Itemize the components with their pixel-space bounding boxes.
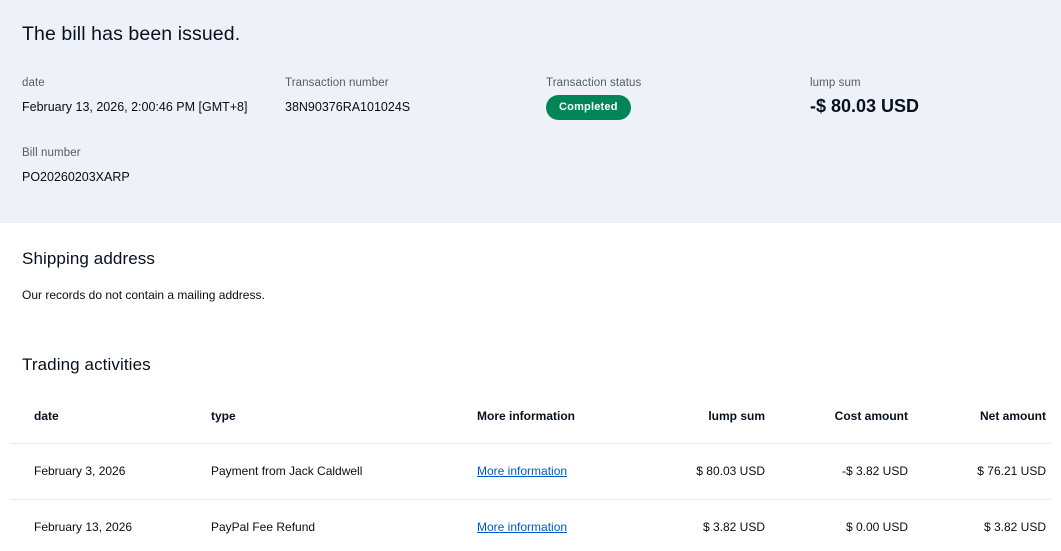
field-date-label: date: [22, 77, 45, 89]
row-type: PayPal Fee Refund: [211, 520, 316, 534]
field-bill-number-value: PO20260203XARP: [22, 170, 130, 184]
more-information-link[interactable]: More information: [477, 464, 567, 478]
column-header-date: date: [34, 409, 59, 423]
field-lump-sum-label: lump sum: [810, 77, 861, 89]
field-lump-sum: lump sum -$ 80.03 USD: [810, 77, 1039, 120]
field-date: date February 13, 2026, 2:00:46 PM [GMT+…: [22, 77, 285, 120]
row-date: February 13, 2026: [34, 520, 133, 534]
field-bill-number: Bill number PO20260203XARP: [22, 147, 1039, 184]
column-header-lump-sum: lump sum: [708, 409, 765, 423]
trading-activities-section: Trading activities date type More inform…: [0, 302, 1061, 551]
field-lump-sum-value: -$ 80.03 USD: [810, 96, 920, 116]
row-date: February 3, 2026: [34, 464, 126, 478]
trading-activities-table: date type More information lump sum Cost…: [10, 375, 1051, 551]
summary-fields-row: date February 13, 2026, 2:00:46 PM [GMT+…: [22, 77, 1039, 120]
row-cost-amount: $ 0.00 USD: [845, 520, 908, 534]
shipping-address-heading: Shipping address: [22, 249, 155, 268]
field-transaction-number-value: 38N90376RA101024S: [285, 100, 411, 114]
row-cost-amount: -$ 3.82 USD: [841, 464, 908, 478]
row-lump-sum: $ 80.03 USD: [696, 464, 765, 478]
field-transaction-status: Transaction status Completed: [546, 77, 810, 120]
shipping-address-note: Our records do not contain a mailing add…: [22, 288, 265, 302]
trading-activities-heading: Trading activities: [22, 355, 151, 374]
table-header-row: date type More information lump sum Cost…: [10, 375, 1051, 444]
row-net-amount: $ 76.21 USD: [977, 464, 1046, 478]
row-net-amount: $ 3.82 USD: [983, 520, 1046, 534]
column-header-more-information: More information: [477, 409, 575, 423]
row-type: Payment from Jack Caldwell: [211, 464, 363, 478]
shipping-address-section: Shipping address Our records do not cont…: [0, 223, 1061, 302]
column-header-net-amount: Net amount: [980, 409, 1046, 423]
field-transaction-number-label: Transaction number: [285, 77, 389, 89]
column-header-type: type: [211, 409, 236, 423]
more-information-link[interactable]: More information: [477, 520, 567, 534]
field-date-value: February 13, 2026, 2:00:46 PM [GMT+8]: [22, 100, 248, 114]
field-bill-number-label: Bill number: [22, 147, 81, 159]
table-row: February 3, 2026 Payment from Jack Caldw…: [10, 443, 1051, 500]
bill-summary-panel: The bill has been issued. date February …: [0, 0, 1061, 223]
page-title: The bill has been issued.: [22, 23, 241, 45]
field-transaction-status-label: Transaction status: [546, 77, 642, 89]
row-lump-sum: $ 3.82 USD: [702, 520, 765, 534]
table-row: February 13, 2026 PayPal Fee Refund More…: [10, 499, 1051, 551]
field-transaction-number: Transaction number 38N90376RA101024S: [285, 77, 546, 120]
column-header-cost-amount: Cost amount: [834, 409, 908, 423]
status-badge: Completed: [546, 95, 631, 120]
